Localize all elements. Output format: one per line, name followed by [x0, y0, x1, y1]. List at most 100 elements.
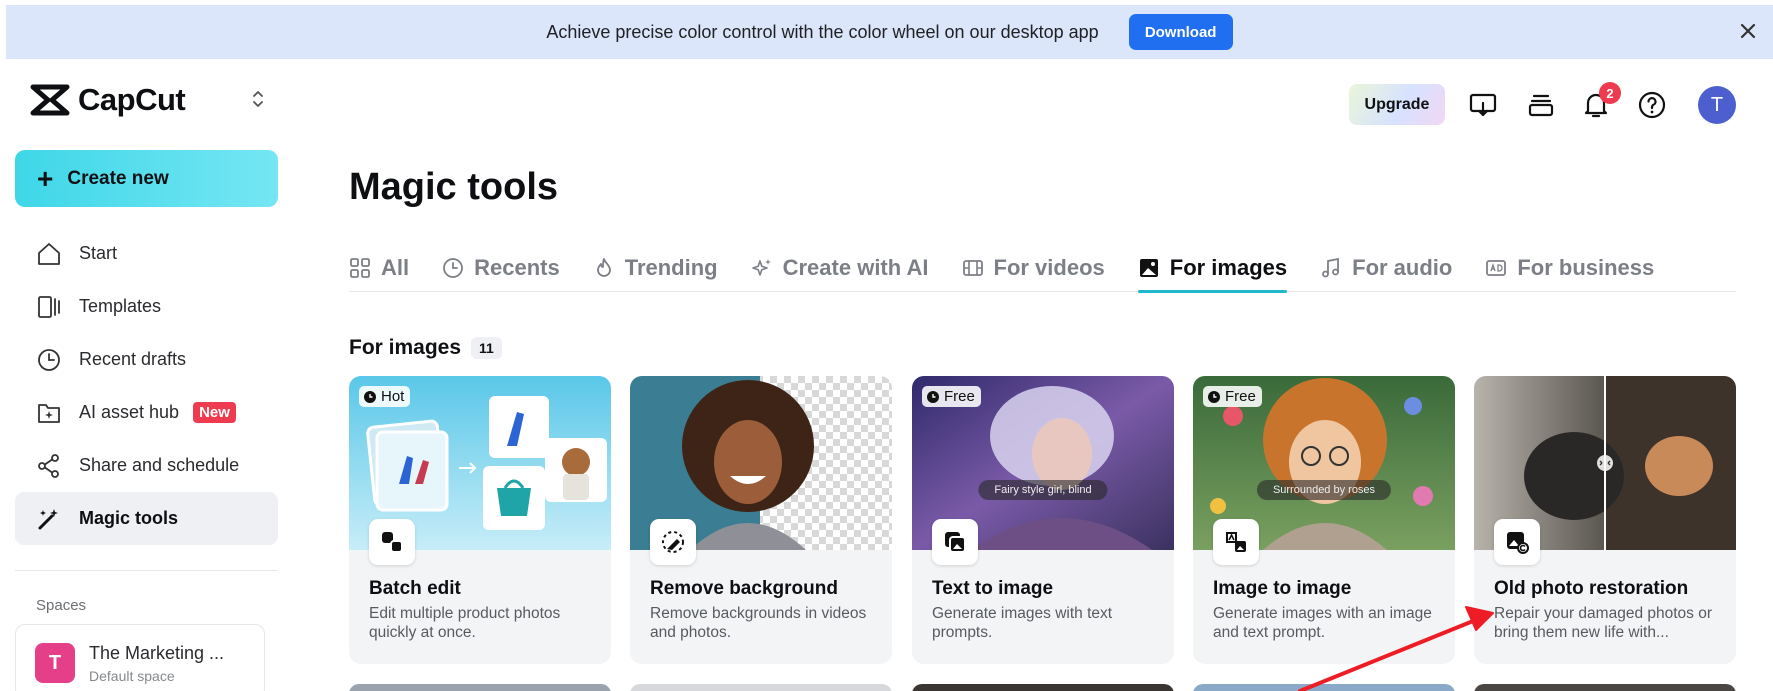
sparkle-icon: [751, 259, 771, 276]
sidebar-item-label: Magic tools: [79, 508, 179, 528]
space-avatar: T: [35, 643, 75, 683]
tab-for-videos[interactable]: For videos: [962, 244, 1105, 292]
app-name: CapCut: [78, 82, 186, 117]
new-badge: New: [193, 402, 236, 423]
next-row-card-peek: [349, 684, 611, 691]
clock-filled-icon: [927, 390, 939, 403]
tab-label: For business: [1517, 255, 1655, 280]
create-new-button[interactable]: + Create new: [15, 150, 278, 207]
plus-icon: +: [37, 162, 54, 194]
old-photo-restoration-icon: [1494, 519, 1540, 565]
translate-image-glyph: [1226, 532, 1246, 552]
tab-for-business[interactable]: For business: [1485, 244, 1654, 292]
download-button[interactable]: Download: [1128, 14, 1233, 50]
batch-edit-glyph: [382, 532, 403, 553]
text-image-glyph: [945, 532, 966, 553]
space-name: The Marketing ...: [89, 643, 225, 663]
card-description: Remove backgrounds in videos and photos.: [650, 605, 867, 641]
sidebar-item-label: Templates: [79, 296, 162, 316]
clock-filled-icon: [364, 390, 376, 403]
tool-card-remove-background[interactable]: Remove background Remove backgrounds in …: [630, 376, 892, 664]
tab-label: All: [381, 255, 410, 280]
tab-recents[interactable]: Recents: [442, 244, 560, 292]
sidebar-item-share-and-schedule[interactable]: Share and schedule: [15, 439, 278, 492]
batch-edit-icon: [369, 519, 415, 565]
sidebar-item-label: Share and schedule: [79, 455, 240, 475]
templates-icon: [38, 295, 60, 318]
tag-label: Free: [1225, 388, 1256, 405]
remove-background-icon: [650, 519, 696, 565]
section-count: 11: [471, 337, 502, 359]
tool-card-batch-edit[interactable]: Hot Batch edit Edit multiple product pho…: [349, 376, 611, 664]
next-row-card-peek: [630, 684, 892, 691]
space-switcher[interactable]: T The Marketing ... Default space: [15, 624, 265, 691]
banner-text: Achieve precise color control with the c…: [546, 21, 1099, 42]
clock-icon: [38, 348, 60, 371]
sidebar-item-label: AI asset hub: [79, 402, 180, 422]
promo-banner: Achieve precise color control with the c…: [6, 5, 1773, 59]
card-title: Old photo restoration: [1494, 578, 1689, 599]
ad-icon: [1486, 260, 1507, 276]
tab-create-with-ai[interactable]: Create with AI: [751, 244, 929, 292]
tab-for-images[interactable]: For images: [1137, 244, 1288, 293]
help-icon[interactable]: [1636, 89, 1668, 121]
next-row-card-peek: [1474, 684, 1736, 691]
tool-card-image-to-image[interactable]: Free Surrounded by roses Image to image …: [1193, 376, 1455, 664]
tag-label: Hot: [381, 388, 405, 405]
tab-for-audio[interactable]: For audio: [1320, 244, 1452, 292]
tab-bar: All Recents Trending Create with AI For …: [349, 244, 1736, 293]
card-title: Image to image: [1213, 578, 1352, 599]
card-description: Generate images with an image and text p…: [1213, 605, 1432, 641]
sidebar-item-recent-drafts[interactable]: Recent drafts: [15, 333, 278, 386]
layers-icon[interactable]: [1525, 89, 1557, 121]
tab-label: For videos: [993, 255, 1105, 280]
card-description: Repair your damaged photos or bring them…: [1494, 605, 1712, 641]
capcut-logo[interactable]: CapCut: [30, 82, 186, 118]
tab-label: Recents: [474, 255, 560, 280]
space-subtitle: Default space: [89, 668, 175, 684]
close-icon[interactable]: [1735, 18, 1761, 44]
section-heading: For images 11: [349, 336, 502, 360]
free-tag: Free: [1203, 386, 1262, 407]
tab-all[interactable]: All: [349, 244, 409, 292]
create-new-label: Create new: [67, 167, 169, 189]
clock-filled-icon: [1208, 390, 1220, 403]
grid-icon: [350, 258, 370, 278]
card-title: Batch edit: [369, 578, 461, 599]
notification-badge: 2: [1599, 82, 1621, 104]
tab-label: For images: [1169, 255, 1288, 280]
tab-trending[interactable]: Trending: [593, 244, 718, 292]
card-title: Remove background: [650, 578, 838, 599]
spaces-heading: Spaces: [36, 597, 87, 614]
desktop-download-icon[interactable]: [1467, 89, 1499, 121]
card-title: Text to image: [932, 578, 1054, 599]
sidebar-item-templates[interactable]: Templates: [15, 280, 278, 333]
magic-wand-icon: [38, 508, 58, 529]
sidebar-divider: [15, 570, 278, 571]
user-avatar[interactable]: T: [1698, 86, 1736, 124]
sidebar-item-ai-asset-hub[interactable]: AI asset hub New: [15, 386, 278, 439]
asset-hub-icon: [38, 403, 60, 423]
hot-tag: Hot: [359, 386, 411, 407]
eraser-glyph: [662, 531, 684, 553]
image-icon: [1139, 259, 1158, 277]
share-icon: [38, 453, 59, 478]
sidebar-item-magic-tools[interactable]: Magic tools: [15, 492, 278, 545]
tool-card-old-photo-restoration[interactable]: Old photo restoration Repair your damage…: [1474, 376, 1736, 664]
tab-label: Create with AI: [782, 255, 929, 280]
sidebar-nav: Start Templates Recent drafts AI asset h…: [15, 227, 278, 545]
clock-icon: [443, 258, 464, 278]
upgrade-button[interactable]: Upgrade: [1349, 84, 1445, 125]
prompt-caption: Surrounded by roses: [1256, 480, 1392, 500]
tag-label: Free: [944, 388, 975, 405]
image-to-image-icon: [1213, 519, 1259, 565]
film-icon: [962, 260, 983, 276]
sidebar-item-start[interactable]: Start: [15, 227, 278, 280]
next-row-card-peek: [912, 684, 1174, 691]
section-title: For images: [349, 336, 462, 359]
tab-label: Trending: [624, 255, 718, 280]
tool-card-text-to-image[interactable]: Free Fairy style girl, blind Text to ima…: [912, 376, 1174, 664]
sidebar-item-label: Start: [79, 243, 118, 263]
chevron-up-down-icon[interactable]: [249, 88, 267, 110]
sidebar-item-label: Recent drafts: [79, 349, 187, 369]
